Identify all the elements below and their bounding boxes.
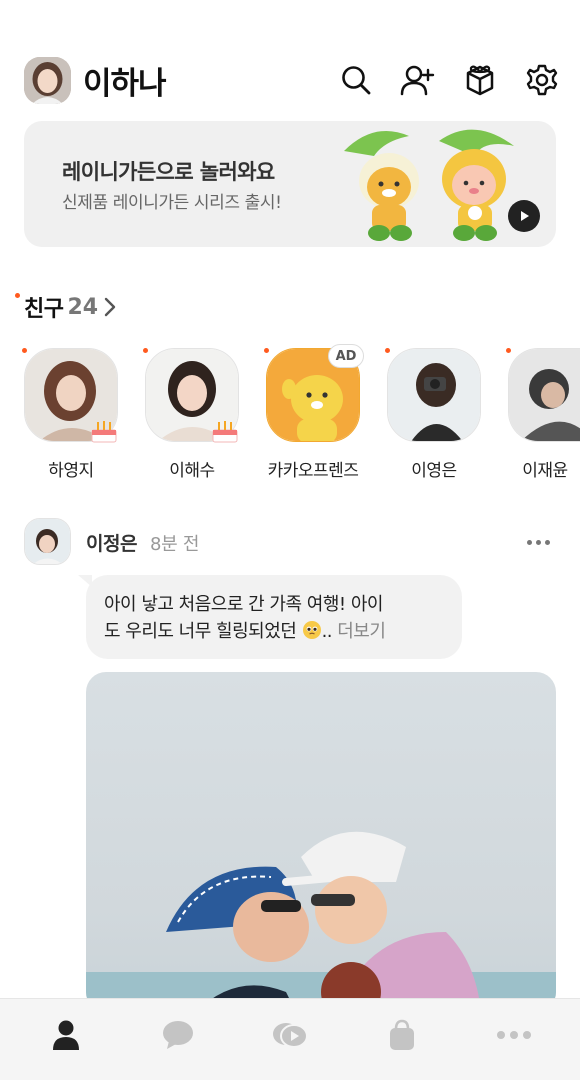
nav-shopping[interactable] [372,1010,432,1060]
friends-icon [53,1020,79,1050]
post-author-name[interactable]: 이정은 [86,529,137,556]
new-indicator-dot [264,348,269,353]
chevron-right-icon [104,297,116,317]
chat-icon [163,1020,193,1049]
nav-more[interactable] [484,1010,544,1060]
post-text-line-2: 도 우리도 너무 힐링되었던 .. 더보기 [104,618,444,645]
see-more-link[interactable]: 더보기 [337,621,386,642]
friend-name: 이영은 [411,461,457,481]
nav-chats[interactable] [148,1010,208,1060]
nav-openchat[interactable] [260,1010,320,1060]
birthday-cake-icon [90,418,118,448]
post-time: 8분 전 [150,534,200,555]
openchat-icon [273,1022,308,1048]
friends-header[interactable]: 친구 24 [24,291,116,323]
settings-icon[interactable] [524,62,560,98]
new-indicator-dot [15,293,20,298]
banner-title: 레이니가든으로 놀러와요 [62,160,275,184]
gift-icon[interactable] [462,62,498,98]
post-text-line: 도 우리도 너무 힐링되었던 [104,621,297,642]
friends-title: 친구 [24,297,64,322]
new-indicator-dot [385,348,390,353]
friend-avatar [387,348,481,442]
my-profile-avatar[interactable] [24,56,71,104]
friend-avatar [508,348,580,442]
my-name: 이하나 [83,65,167,102]
header-actions [338,62,560,98]
ad-badge: AD [328,344,364,368]
nav-friends[interactable] [36,1010,96,1060]
shopping-icon [390,1019,414,1050]
pleading-face-emoji-icon [302,620,322,640]
post-text-line: 아이 낳고 처음으로 간 가족 여행! 아이 [104,594,383,615]
post-text-bubble[interactable]: 아이 낳고 처음으로 간 가족 여행! 아이 도 우리도 너무 힐링되었던 ..… [86,575,462,659]
more-icon [497,1030,531,1039]
post-photo[interactable] [86,672,556,1012]
friend-name: 이해수 [169,461,215,481]
add-friend-icon[interactable] [400,62,436,98]
play-icon[interactable] [508,200,540,232]
new-indicator-dot [143,348,148,353]
friend-name: 카카오프렌즈 [267,461,359,481]
top-header: 이하나 [24,55,560,105]
more-options-icon[interactable] [527,540,550,545]
birthday-cake-icon [211,418,239,448]
friends-count: 24 [67,294,99,320]
new-indicator-dot [506,348,511,353]
banner-character-image [334,121,534,247]
search-icon[interactable] [338,62,374,98]
post-text-ellipsis: .. [321,621,333,642]
friend-name: 하영지 [48,461,94,481]
new-indicator-dot [22,348,27,353]
promo-banner[interactable]: 레이니가든으로 놀러와요 신제품 레이니가든 시리즈 출시! [24,121,556,247]
friend-name: 이재윤 [522,461,568,481]
bottom-navigation [0,998,580,1080]
banner-subtitle: 신제품 레이니가든 시리즈 출시! [62,193,282,213]
post-author-avatar[interactable] [24,518,71,565]
